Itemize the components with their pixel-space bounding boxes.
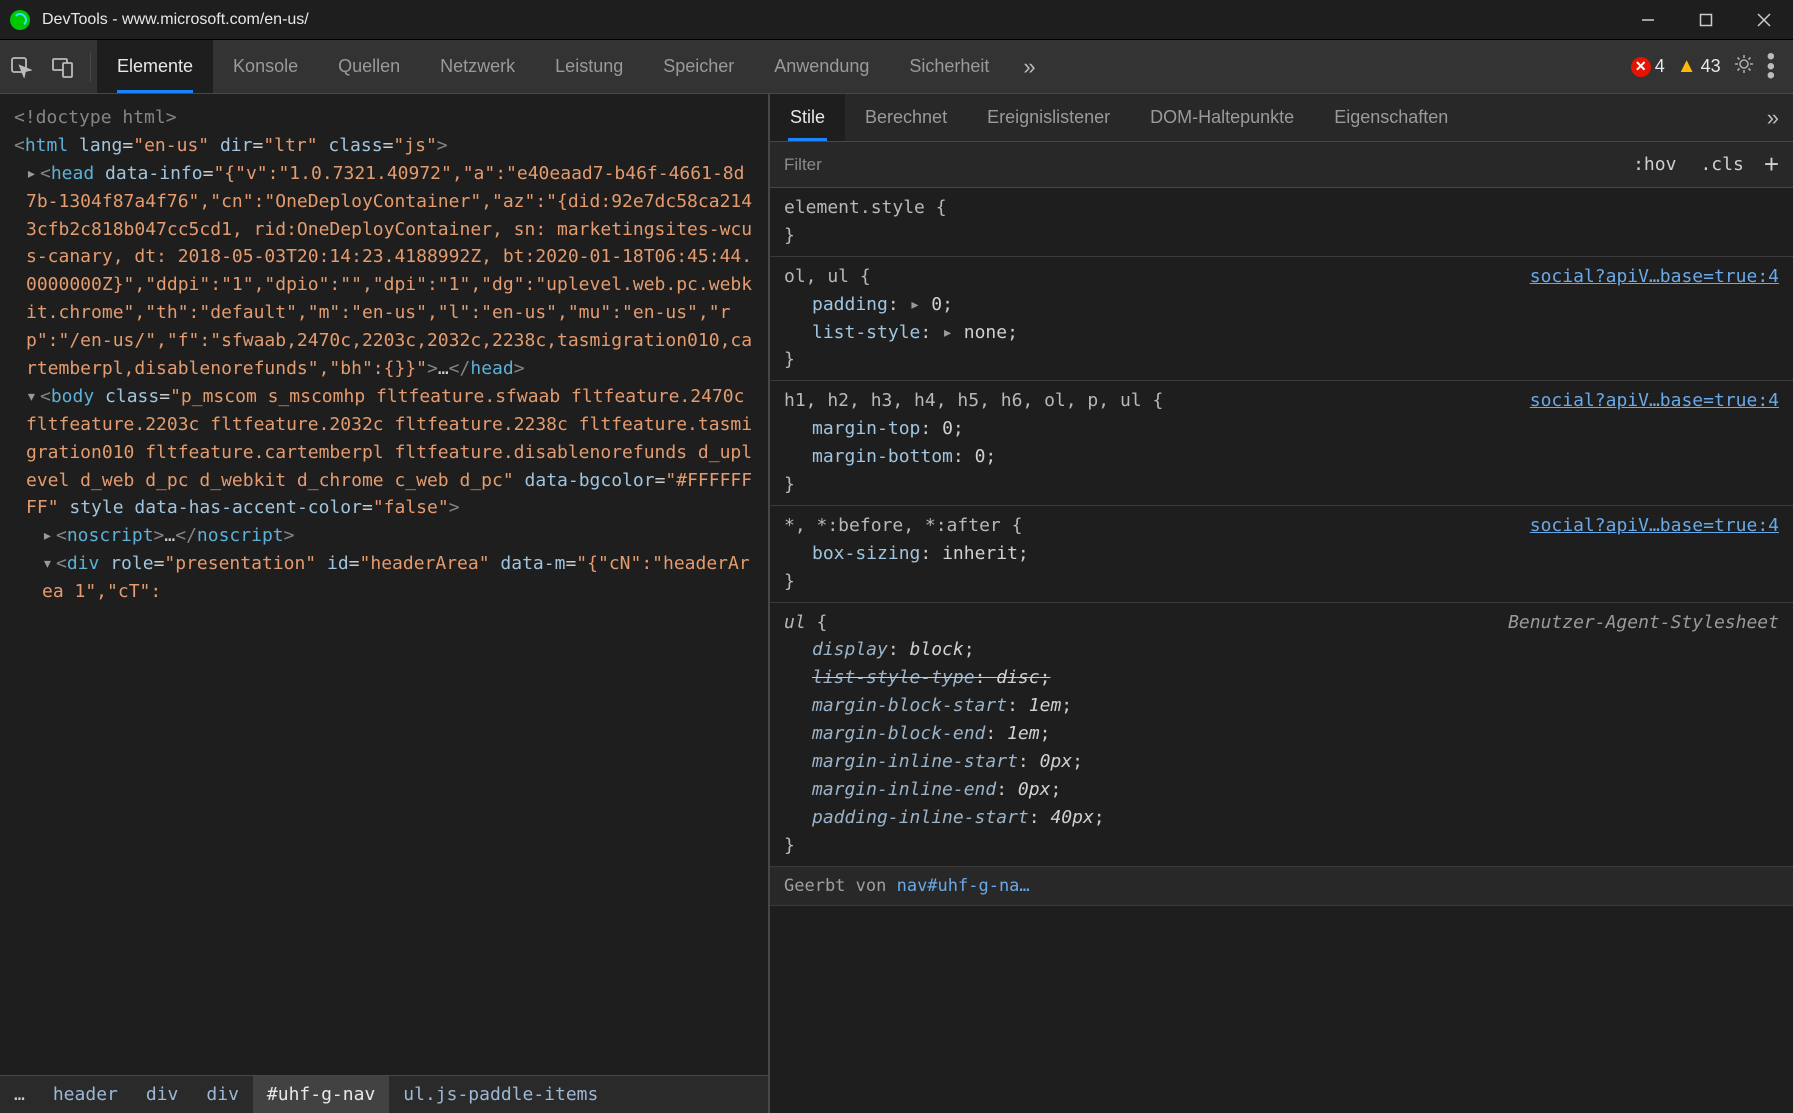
style-rule[interactable]: element.style { } bbox=[770, 188, 1793, 257]
inherited-from-link[interactable]: nav#uhf-g-na… bbox=[897, 876, 1030, 896]
window-title: DevTools - www.microsoft.com/en-us/ bbox=[42, 11, 1619, 29]
warning-icon: ▲ bbox=[1677, 55, 1697, 78]
breadcrumb-item[interactable]: header bbox=[39, 1076, 132, 1113]
tab-sicherheit[interactable]: Sicherheit bbox=[889, 40, 1009, 93]
error-icon: ✕ bbox=[1631, 57, 1651, 77]
tab-eigenschaften[interactable]: Eigenschaften bbox=[1314, 94, 1468, 141]
styles-tabs-overflow-icon[interactable]: » bbox=[1753, 94, 1793, 141]
body-element[interactable]: ▾<body class="p_mscom s_mscomhp fltfeatu… bbox=[14, 383, 754, 522]
cls-toggle[interactable]: .cls bbox=[1688, 154, 1755, 175]
style-rule[interactable]: social?apiV…base=true:4 ol, ul { padding… bbox=[770, 257, 1793, 382]
breadcrumb-item[interactable]: div bbox=[192, 1076, 253, 1113]
more-menu-icon[interactable]: ••• bbox=[1767, 52, 1775, 81]
style-rule[interactable]: social?apiV…base=true:4 *, *:before, *:a… bbox=[770, 506, 1793, 603]
tab-quellen[interactable]: Quellen bbox=[318, 40, 420, 93]
device-toolbar-icon[interactable] bbox=[42, 40, 84, 93]
app-icon bbox=[10, 10, 30, 30]
main-tab-bar: Elemente Konsole Quellen Netzwerk Leistu… bbox=[97, 40, 1050, 93]
ua-stylesheet-label: Benutzer-Agent-Stylesheet bbox=[1508, 609, 1779, 637]
styles-filter-bar: :hov .cls + bbox=[770, 142, 1793, 188]
window-maximize-button[interactable] bbox=[1677, 0, 1735, 40]
error-count: 4 bbox=[1655, 56, 1665, 77]
styles-panel: Stile Berechnet Ereignislistener DOM-Hal… bbox=[770, 94, 1793, 1113]
main-content: <!doctype html> <html lang="en-us" dir="… bbox=[0, 94, 1793, 1113]
html-element[interactable]: <html lang="en-us" dir="ltr" class="js"> bbox=[14, 132, 754, 160]
tab-konsole[interactable]: Konsole bbox=[213, 40, 318, 93]
breadcrumb-item[interactable]: ul.js-paddle-items bbox=[389, 1076, 612, 1113]
doctype-line: <!doctype html> bbox=[14, 104, 754, 132]
stylesheet-source-link[interactable]: social?apiV…base=true:4 bbox=[1530, 512, 1779, 540]
settings-icon[interactable] bbox=[1733, 53, 1755, 80]
warning-count: 43 bbox=[1701, 56, 1721, 77]
breadcrumb-item-selected[interactable]: #uhf-g-nav bbox=[253, 1076, 389, 1113]
window-controls bbox=[1619, 0, 1793, 40]
tab-speicher[interactable]: Speicher bbox=[643, 40, 754, 93]
tab-elemente[interactable]: Elemente bbox=[97, 40, 213, 93]
styles-rules-list: element.style { } social?apiV…base=true:… bbox=[770, 188, 1793, 1113]
tab-anwendung[interactable]: Anwendung bbox=[754, 40, 889, 93]
inherited-from-bar: Geerbt von nav#uhf-g-na… bbox=[770, 867, 1793, 906]
error-count-badge[interactable]: ✕ 4 bbox=[1631, 56, 1665, 77]
breadcrumb-bar: … header div div #uhf-g-nav ul.js-paddle… bbox=[0, 1075, 768, 1113]
tab-netzwerk[interactable]: Netzwerk bbox=[420, 40, 535, 93]
elements-panel: <!doctype html> <html lang="en-us" dir="… bbox=[0, 94, 770, 1113]
tab-stile[interactable]: Stile bbox=[770, 94, 845, 141]
inspect-element-icon[interactable] bbox=[0, 40, 42, 93]
tab-leistung[interactable]: Leistung bbox=[535, 40, 643, 93]
window-minimize-button[interactable] bbox=[1619, 0, 1677, 40]
stylesheet-source-link[interactable]: social?apiV…base=true:4 bbox=[1530, 263, 1779, 291]
stylesheet-source-link[interactable]: social?apiV…base=true:4 bbox=[1530, 387, 1779, 415]
hov-toggle[interactable]: :hov bbox=[1621, 154, 1688, 175]
tab-dom-haltepunkte[interactable]: DOM-Haltepunkte bbox=[1130, 94, 1314, 141]
style-rule-ua[interactable]: Benutzer-Agent-Stylesheet ul { display: … bbox=[770, 603, 1793, 867]
window-titlebar: DevTools - www.microsoft.com/en-us/ bbox=[0, 0, 1793, 40]
divider bbox=[90, 52, 91, 82]
toolbar-right: ✕ 4 ▲ 43 ••• bbox=[1631, 52, 1793, 81]
headerarea-div[interactable]: ▾<div role="presentation" id="headerArea… bbox=[14, 550, 754, 606]
head-element[interactable]: ▸<head data-info="{"v":"1.0.7321.40972",… bbox=[14, 160, 754, 383]
warning-count-badge[interactable]: ▲ 43 bbox=[1677, 55, 1721, 78]
tab-berechnet[interactable]: Berechnet bbox=[845, 94, 967, 141]
dom-tree[interactable]: <!doctype html> <html lang="en-us" dir="… bbox=[0, 94, 768, 1075]
style-rule[interactable]: social?apiV…base=true:4 h1, h2, h3, h4, … bbox=[770, 381, 1793, 506]
breadcrumb-item[interactable]: div bbox=[132, 1076, 193, 1113]
devtools-toolbar: Elemente Konsole Quellen Netzwerk Leistu… bbox=[0, 40, 1793, 94]
tabs-overflow-icon[interactable]: » bbox=[1009, 40, 1049, 93]
new-style-rule-button[interactable]: + bbox=[1756, 149, 1793, 180]
breadcrumb-overflow[interactable]: … bbox=[0, 1084, 39, 1105]
styles-filter-input[interactable] bbox=[770, 155, 1621, 175]
noscript-element[interactable]: ▸<noscript>…</noscript> bbox=[14, 522, 754, 550]
styles-tab-bar: Stile Berechnet Ereignislistener DOM-Hal… bbox=[770, 94, 1793, 142]
tab-ereignislistener[interactable]: Ereignislistener bbox=[967, 94, 1130, 141]
window-close-button[interactable] bbox=[1735, 0, 1793, 40]
inherited-label: Geerbt von bbox=[784, 876, 897, 896]
